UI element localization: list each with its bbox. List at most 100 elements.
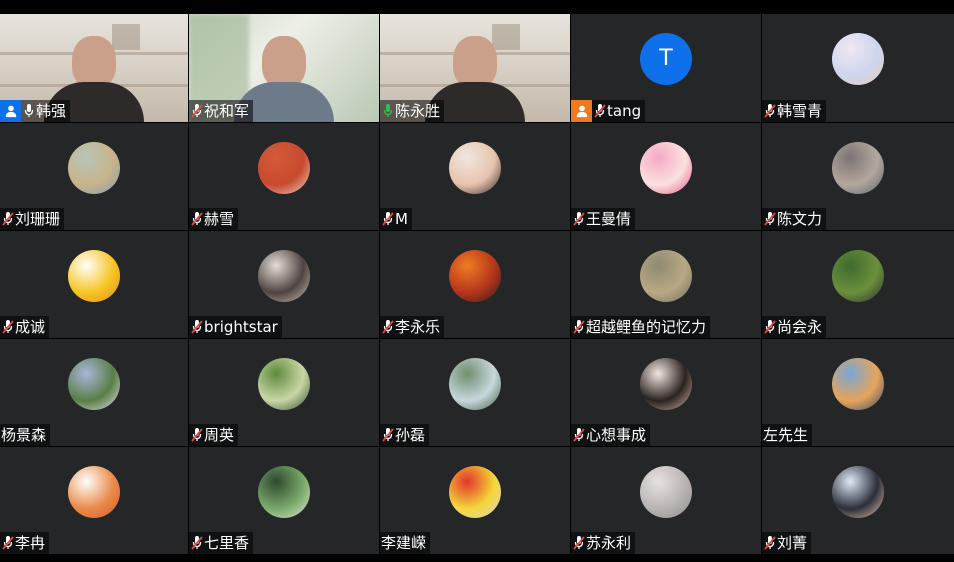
name-tag: M [380, 208, 412, 230]
participant-name: 刘菁 [777, 534, 808, 552]
participant-tile[interactable]: 杨景森 [0, 339, 188, 446]
name-tag: brightstar [189, 316, 282, 338]
avatar [449, 141, 501, 194]
microphone-muted-icon [2, 211, 14, 227]
avatar [68, 465, 120, 518]
microphone-muted-icon [573, 427, 585, 443]
microphone-icon [23, 103, 35, 119]
avatar: T [640, 33, 692, 86]
microphone-muted-icon [764, 103, 776, 119]
participant-tile[interactable]: 刘菁 [762, 447, 954, 554]
name-tag: 祝和军 [189, 100, 254, 122]
participant-tile[interactable]: 李永乐 [380, 231, 570, 338]
avatar [258, 465, 310, 518]
microphone-muted-icon [573, 319, 585, 335]
avatar [68, 357, 120, 410]
name-tag: 刘珊珊 [0, 208, 65, 230]
participant-grid: 韩强 祝和军 陈永胜 Ttang 韩雪青 刘珊珊 赫雪 M 王曼倩 陈文力 成诚 brightstar… [0, 14, 954, 562]
participant-name: 左先生 [763, 426, 809, 444]
name-tag: 周英 [189, 424, 239, 446]
participant-name: 苏永利 [586, 534, 632, 552]
name-tag: 尚会永 [762, 316, 827, 338]
avatar [68, 141, 120, 194]
participant-tile[interactable]: 韩雪青 [762, 14, 954, 122]
participant-tile[interactable]: 陈永胜 [380, 14, 570, 122]
name-tag: 超越鲤鱼的记忆力 [571, 316, 711, 338]
microphone-muted-icon [2, 319, 14, 335]
participant-name: 周英 [204, 426, 235, 444]
avatar [258, 357, 310, 410]
name-tag: 陈文力 [762, 208, 827, 230]
avatar [832, 357, 884, 410]
participant-name: 李永乐 [395, 318, 441, 336]
participant-tile[interactable]: 成诚 [0, 231, 188, 338]
participant-tile[interactable]: 超越鲤鱼的记忆力 [571, 231, 761, 338]
avatar [832, 141, 884, 194]
participant-name: 王曼倩 [586, 210, 632, 228]
avatar [832, 33, 884, 86]
participant-tile[interactable]: 韩强 [0, 14, 188, 122]
participant-tile[interactable]: 王曼倩 [571, 123, 761, 230]
participant-name: 李建嵘 [381, 534, 427, 552]
name-tag: 李建嵘 [380, 532, 431, 554]
participant-name: 李冉 [15, 534, 46, 552]
top-bar [0, 0, 954, 14]
participant-tile[interactable]: 七里香 [189, 447, 379, 554]
avatar [258, 141, 310, 194]
participant-name: 超越鲤鱼的记忆力 [586, 318, 707, 336]
participant-tile[interactable]: 孙磊 [380, 339, 570, 446]
name-tag: 韩雪青 [762, 100, 827, 122]
avatar [640, 357, 692, 410]
microphone-muted-icon [2, 535, 14, 551]
participant-tile[interactable]: Ttang [571, 14, 761, 122]
microphone-muted-icon [382, 319, 394, 335]
microphone-muted-icon [573, 211, 585, 227]
participant-tile[interactable]: 尚会永 [762, 231, 954, 338]
name-tag: 李永乐 [380, 316, 445, 338]
microphone-muted-icon [191, 535, 203, 551]
microphone-muted-icon [382, 427, 394, 443]
name-tag: tang [571, 100, 646, 122]
microphone-muted-icon [382, 211, 394, 227]
participant-tile[interactable]: 李建嵘 [380, 447, 570, 554]
microphone-muted-icon [191, 103, 203, 119]
participant-tile[interactable]: 心想事成 [571, 339, 761, 446]
name-tag: 孙磊 [380, 424, 430, 446]
participant-tile[interactable]: brightstar [189, 231, 379, 338]
participant-name: 杨景森 [1, 426, 47, 444]
participant-name: 孙磊 [395, 426, 426, 444]
participant-tile[interactable]: 周英 [189, 339, 379, 446]
name-tag: 李冉 [0, 532, 50, 554]
microphone-icon [382, 103, 394, 119]
participant-tile[interactable]: 赫雪 [189, 123, 379, 230]
participant-name: tang [607, 102, 642, 120]
participant-tile[interactable]: 李冉 [0, 447, 188, 554]
name-tag: 陈永胜 [380, 100, 445, 122]
avatar [449, 357, 501, 410]
participant-tile[interactable]: 陈文力 [762, 123, 954, 230]
microphone-muted-icon [573, 535, 585, 551]
participant-name: 赫雪 [204, 210, 235, 228]
avatar [258, 249, 310, 302]
microphone-muted-icon [594, 103, 606, 119]
participant-name: 刘珊珊 [15, 210, 61, 228]
avatar [832, 249, 884, 302]
participant-name: 韩强 [36, 102, 67, 120]
microphone-muted-icon [191, 427, 203, 443]
participant-name: 祝和军 [204, 102, 250, 120]
name-tag: 韩强 [0, 100, 71, 122]
participant-tile[interactable]: 祝和军 [189, 14, 379, 122]
participant-name: 七里香 [204, 534, 250, 552]
microphone-muted-icon [764, 319, 776, 335]
microphone-muted-icon [764, 211, 776, 227]
microphone-muted-icon [191, 211, 203, 227]
avatar [449, 249, 501, 302]
name-tag: 成诚 [0, 316, 50, 338]
participant-tile[interactable]: 刘珊珊 [0, 123, 188, 230]
participant-tile[interactable]: M [380, 123, 570, 230]
participant-tile[interactable]: 左先生 [762, 339, 954, 446]
avatar [640, 249, 692, 302]
name-tag: 刘菁 [762, 532, 812, 554]
participant-tile[interactable]: 苏永利 [571, 447, 761, 554]
name-tag: 赫雪 [189, 208, 239, 230]
